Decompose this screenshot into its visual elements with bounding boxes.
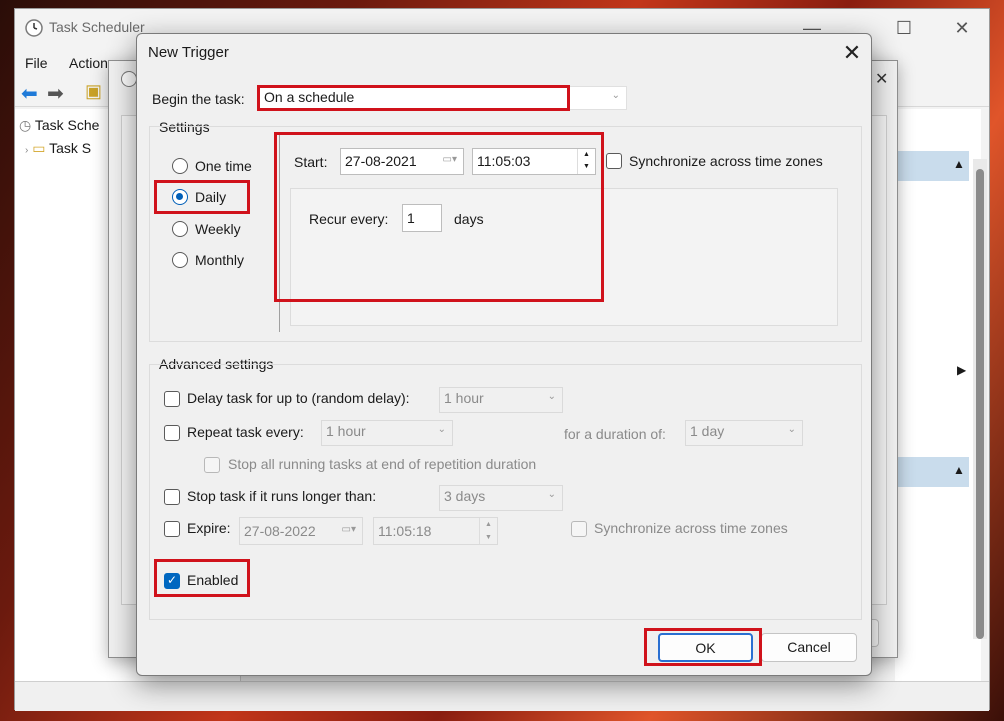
collapse-up-icon[interactable]: ▲ [953, 463, 965, 477]
begin-task-label: Begin the task: [152, 91, 245, 107]
expire-sync-label: Synchronize across time zones [594, 520, 788, 536]
delay-select[interactable]: 1 hour ⌄ [439, 387, 563, 413]
actions-header-2[interactable]: ▲ [895, 457, 969, 487]
close-icon[interactable]: ✕ [837, 39, 867, 67]
highlight-ok [644, 628, 762, 666]
scrollbar-thumb[interactable] [976, 169, 984, 639]
chevron-down-icon: ⌄ [547, 489, 556, 500]
actions-pane: ▲ ▶ ▲ [895, 109, 981, 681]
folder-up-icon[interactable]: ▣ [85, 81, 102, 102]
maximize-icon[interactable]: ☐ [881, 15, 927, 41]
stop-all-tasks-checkbox[interactable] [204, 457, 220, 473]
forward-arrow-icon[interactable]: ➡ [47, 81, 64, 106]
delay-task-checkbox[interactable] [164, 391, 180, 407]
stop-all-tasks-label: Stop all running tasks at end of repetit… [228, 456, 537, 472]
clock-icon [121, 71, 137, 87]
expire-sync-checkbox[interactable] [571, 521, 587, 537]
radio-monthly[interactable] [172, 252, 188, 268]
expire-date-value: 27-08-2022 [244, 523, 316, 539]
delay-value: 1 hour [444, 390, 484, 406]
delay-task-label: Delay task for up to (random delay): [187, 390, 410, 406]
menu-action[interactable]: Action [69, 55, 108, 71]
cancel-button[interactable]: Cancel [761, 633, 857, 662]
chevron-down-icon: ⌄ [437, 424, 446, 435]
chevron-down-icon: ⌄ [547, 391, 556, 402]
sync-timezones-label: Synchronize across time zones [629, 153, 823, 169]
expire-time-value: 11:05:18 [378, 523, 432, 539]
status-bar [15, 681, 989, 711]
duration-label: for a duration of: [564, 426, 666, 442]
tree-item-task-scheduler[interactable]: ◷ Task Sche [19, 117, 99, 139]
stop-longer-label: Stop task if it runs longer than: [187, 488, 377, 504]
collapse-up-icon[interactable]: ▲ [953, 157, 965, 171]
stop-longer-checkbox[interactable] [164, 489, 180, 505]
close-icon[interactable]: ✕ [875, 69, 888, 89]
close-window-icon[interactable]: ✕ [939, 15, 985, 41]
expire-checkbox[interactable] [164, 521, 180, 537]
menu-file[interactable]: File [25, 55, 48, 71]
radio-weekly[interactable] [172, 221, 188, 237]
highlight-daily [154, 180, 250, 214]
repeat-task-checkbox[interactable] [164, 425, 180, 441]
stop-longer-value: 3 days [444, 488, 486, 504]
dialog-title: New Trigger [148, 44, 229, 61]
vertical-scrollbar[interactable] [973, 159, 987, 639]
weekly-label: Weekly [195, 221, 241, 237]
chevron-down-icon: ⌄ [611, 90, 620, 101]
sync-timezones-checkbox[interactable] [606, 153, 622, 169]
repeat-select[interactable]: 1 hour ⌄ [321, 420, 453, 446]
highlight-enabled [154, 559, 250, 597]
back-arrow-icon[interactable]: ⬅ [21, 81, 38, 106]
expire-time-picker[interactable]: 11:05:18 ▲ ▼ [373, 517, 498, 545]
repeat-value: 1 hour [326, 423, 366, 439]
duration-select[interactable]: 1 day ⌄ [685, 420, 803, 446]
highlight-begin-task [257, 85, 570, 111]
expire-date-picker[interactable]: 27-08-2022 ▭▾ [239, 517, 363, 545]
highlight-schedule [274, 132, 604, 302]
folder-icon: ▭ [32, 140, 46, 156]
clock-icon: ◷ [19, 117, 32, 133]
one-time-label: One time [195, 158, 252, 174]
duration-value: 1 day [690, 423, 725, 439]
monthly-label: Monthly [195, 252, 245, 268]
submenu-arrow-icon[interactable]: ▶ [957, 363, 966, 377]
expire-label: Expire: [187, 520, 231, 536]
radio-one-time[interactable] [172, 158, 188, 174]
tree-item-label: Task S [49, 140, 92, 156]
new-trigger-dialog: New Trigger ✕ Begin the task: On a sched… [136, 33, 872, 676]
window-title: Task Scheduler [49, 19, 145, 35]
calendar-dropdown-icon: ▭▾ [341, 524, 356, 535]
chevron-down-icon: ⌄ [787, 424, 796, 435]
tree-item-library[interactable]: › ▭ Task S [25, 140, 91, 162]
repeat-task-label: Repeat task every: [187, 424, 304, 440]
tree-item-label: Task Sche [34, 117, 100, 133]
clock-icon [25, 19, 43, 37]
chevron-right-icon[interactable]: › [25, 145, 28, 156]
actions-header[interactable]: ▲ [895, 151, 969, 181]
time-spinner-icon: ▲ ▼ [479, 518, 497, 544]
stop-longer-select[interactable]: 3 days ⌄ [439, 485, 563, 511]
